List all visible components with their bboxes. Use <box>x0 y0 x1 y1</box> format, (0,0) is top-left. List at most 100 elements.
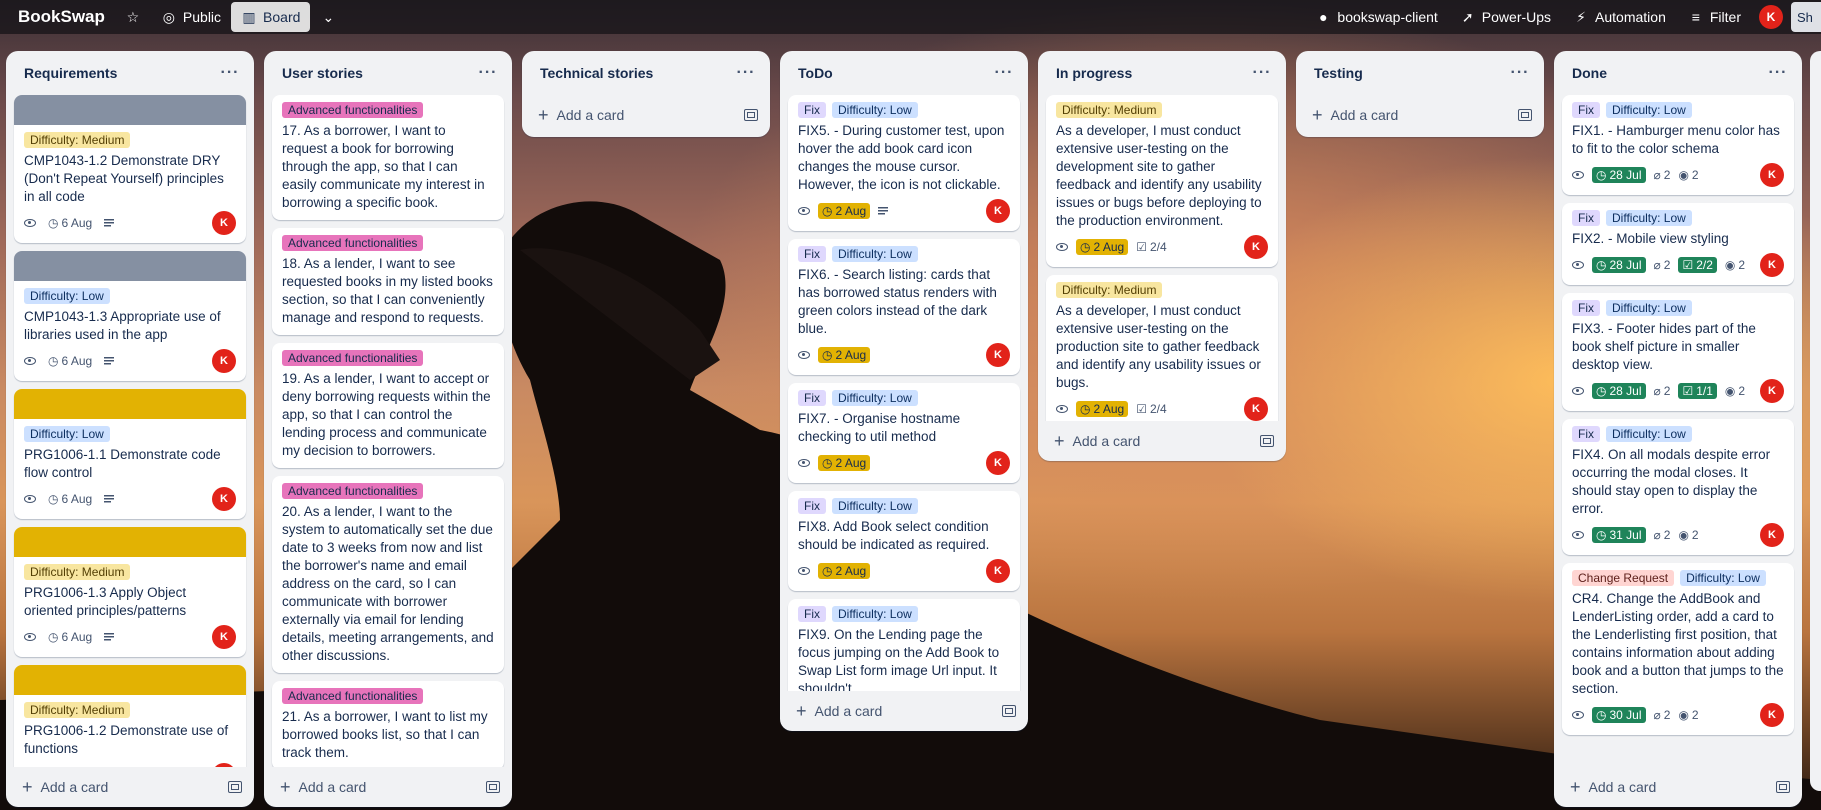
card[interactable]: Advanced functionalities 18. As a lender,… <box>272 228 504 335</box>
due-date-badge[interactable]: ◷ 6 Aug <box>44 353 96 369</box>
board-title[interactable]: BookSwap <box>8 7 115 27</box>
card[interactable]: Change Request Difficulty: Low CR4. Change… <box>1562 563 1794 735</box>
card-label[interactable]: Difficulty: Medium <box>24 132 131 148</box>
list-title[interactable]: Requirements <box>24 65 117 81</box>
card-label[interactable]: Advanced functionalities <box>282 235 424 251</box>
list-title[interactable]: User stories <box>282 65 363 81</box>
add-card-button[interactable]: + Add a card <box>1296 95 1544 135</box>
due-date-badge[interactable]: ◷ 31 Jul <box>1592 527 1646 543</box>
visibility-button[interactable]: ◎ Public <box>151 2 231 32</box>
add-card-button[interactable]: + Add a card <box>264 767 512 807</box>
card[interactable]: Fix Difficulty: Low FIX1. - Hamburger menu… <box>1562 95 1794 195</box>
due-date-badge[interactable]: ◷ 28 Jul <box>1592 383 1646 399</box>
member-avatar[interactable]: K <box>212 487 236 511</box>
card-label[interactable]: Difficulty: Low <box>832 246 918 262</box>
due-date-badge[interactable]: ◷ 2 Aug <box>818 455 871 471</box>
due-date-badge[interactable]: ◷ 30 Jul <box>1592 707 1646 723</box>
card[interactable]: Advanced functionalities 17. As a borrowe… <box>272 95 504 220</box>
member-avatar[interactable]: K <box>986 451 1010 475</box>
card[interactable]: Advanced functionalities 19. As a lender,… <box>272 343 504 468</box>
card-label[interactable]: Difficulty: Low <box>832 390 918 406</box>
add-card-button[interactable]: + Add a card <box>6 767 254 807</box>
card[interactable]: Fix Difficulty: Low FIX9. On the Lending p… <box>788 599 1020 691</box>
template-icon[interactable] <box>486 781 500 793</box>
template-icon[interactable] <box>744 109 758 121</box>
card-label[interactable]: Advanced functionalities <box>282 102 424 118</box>
card-label[interactable]: Advanced functionalities <box>282 350 424 366</box>
card-label[interactable]: Fix <box>798 246 826 262</box>
list-title[interactable]: Done <box>1572 65 1607 81</box>
more-options-icon[interactable]: ··· <box>474 64 502 82</box>
card-label[interactable]: Difficulty: Low <box>1606 102 1692 118</box>
list-title[interactable]: In progress <box>1056 65 1132 81</box>
due-date-badge[interactable]: ◷ 6 Aug <box>44 491 96 507</box>
add-card-button[interactable]: + Add a card <box>1038 421 1286 461</box>
card-label[interactable]: Fix <box>1572 300 1600 316</box>
more-options-icon[interactable]: ··· <box>1764 64 1792 82</box>
more-options-icon[interactable]: ··· <box>216 64 244 82</box>
card-label[interactable]: Fix <box>798 498 826 514</box>
card-label[interactable]: Difficulty: Medium <box>1056 282 1163 298</box>
due-date-badge[interactable]: ◷ 6 Aug <box>44 629 96 645</box>
card-label[interactable]: Difficulty: Low <box>832 606 918 622</box>
card[interactable]: Difficulty: Low CMP1043-1.3 Appropriate u… <box>14 251 246 381</box>
member-avatar[interactable]: K <box>1760 703 1784 727</box>
member-avatar[interactable]: K <box>212 625 236 649</box>
avatar[interactable]: K <box>1759 5 1783 29</box>
card[interactable]: Difficulty: Medium As a developer, I must… <box>1046 275 1278 421</box>
card[interactable]: Fix Difficulty: Low FIX7. - Organise hostn… <box>788 383 1020 483</box>
list-title[interactable]: Testing <box>1314 65 1363 81</box>
card[interactable]: Difficulty: Medium PRG1006-1.2 Demonstrat… <box>14 665 246 767</box>
member-avatar[interactable]: K <box>986 199 1010 223</box>
card-label[interactable]: Difficulty: Low <box>1606 426 1692 442</box>
card-label[interactable]: Advanced functionalities <box>282 483 424 499</box>
card[interactable]: Difficulty: Medium PRG1006-1.3 Apply Obje… <box>14 527 246 657</box>
card-label[interactable]: Difficulty: Medium <box>1056 102 1163 118</box>
card[interactable]: Fix Difficulty: Low FIX2. - Mobile view st… <box>1562 203 1794 285</box>
template-icon[interactable] <box>1260 435 1274 447</box>
list-title[interactable]: ToDo <box>798 65 833 81</box>
card[interactable]: Fix Difficulty: Low FIX5. - During custome… <box>788 95 1020 231</box>
card-label[interactable]: Fix <box>1572 102 1600 118</box>
share-button[interactable]: Sh <box>1791 2 1821 32</box>
card[interactable]: Fix Difficulty: Low FIX6. - Search listing… <box>788 239 1020 375</box>
add-card-button[interactable]: + Add a card <box>1554 767 1802 807</box>
filter-button[interactable]: ≡ Filter <box>1678 2 1751 32</box>
card-label[interactable]: Difficulty: Low <box>1680 570 1766 586</box>
view-switcher-button[interactable]: ⌄ <box>310 2 346 32</box>
template-icon[interactable] <box>228 781 242 793</box>
member-avatar[interactable]: K <box>1760 253 1784 277</box>
card-label[interactable]: Fix <box>798 606 826 622</box>
card[interactable]: Difficulty: Medium CMP1043-1.2 Demonstrat… <box>14 95 246 243</box>
card[interactable]: Advanced functionalities 20. As a lender,… <box>272 476 504 673</box>
card-label[interactable]: Fix <box>1572 426 1600 442</box>
due-date-badge[interactable]: ◷ 28 Jul <box>1592 257 1646 273</box>
due-date-badge[interactable]: ◷ 2 Aug <box>818 347 871 363</box>
member-avatar[interactable]: K <box>1760 379 1784 403</box>
member-avatar[interactable]: K <box>1760 523 1784 547</box>
member-avatar[interactable]: K <box>1244 235 1268 259</box>
due-date-badge[interactable]: ◷ 28 Jul <box>1592 167 1646 183</box>
member-avatar[interactable]: K <box>1760 163 1784 187</box>
member-avatar[interactable]: K <box>212 211 236 235</box>
template-icon[interactable] <box>1776 781 1790 793</box>
card-label[interactable]: Difficulty: Low <box>24 426 110 442</box>
card-label[interactable]: Difficulty: Low <box>832 102 918 118</box>
member-avatar[interactable]: K <box>212 349 236 373</box>
member-avatar[interactable]: K <box>1244 397 1268 421</box>
more-options-icon[interactable]: ··· <box>1506 64 1534 82</box>
due-date-badge[interactable]: ◷ 6 Aug <box>44 215 96 231</box>
card[interactable]: Difficulty: Low PRG1006-1.1 Demonstrate c… <box>14 389 246 519</box>
card-label[interactable]: Difficulty: Medium <box>24 702 131 718</box>
member-avatar[interactable]: K <box>986 343 1010 367</box>
github-repo-button[interactable]: ● bookswap-client <box>1305 2 1447 32</box>
card-label[interactable]: Difficulty: Low <box>832 498 918 514</box>
card-label[interactable]: Fix <box>798 390 826 406</box>
due-date-badge[interactable]: ◷ 2 Aug <box>1076 401 1129 417</box>
card[interactable]: Advanced functionalities 21. As a borrowe… <box>272 681 504 767</box>
automation-button[interactable]: ⚡ Automation <box>1563 2 1676 32</box>
member-avatar[interactable]: K <box>986 559 1010 583</box>
more-options-icon[interactable]: ··· <box>1248 64 1276 82</box>
board-view-button[interactable]: ▥ Board <box>231 2 311 32</box>
card-label[interactable]: Difficulty: Low <box>1606 210 1692 226</box>
